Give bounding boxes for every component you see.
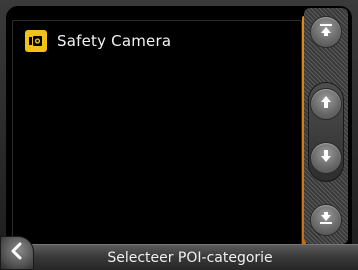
- back-chevron-icon: [9, 242, 25, 264]
- scroll-to-bottom-icon: [318, 210, 334, 230]
- scroll-controls: [304, 8, 348, 244]
- scroll-down-button[interactable]: [310, 142, 342, 174]
- scroll-to-top-button[interactable]: [310, 16, 342, 48]
- arrow-down-icon: [318, 148, 334, 168]
- screen: Safety Camera: [6, 6, 352, 264]
- scroll-up-button[interactable]: [310, 88, 342, 120]
- poi-category-list: Safety Camera: [12, 20, 302, 250]
- device-frame: Safety Camera Selecteer POI-categorie: [0, 0, 358, 270]
- list-item-label: Safety Camera: [57, 32, 172, 50]
- page-title: Selecteer POI-categorie: [107, 250, 273, 266]
- back-button[interactable]: [0, 236, 34, 270]
- scroll-to-bottom-button[interactable]: [310, 204, 342, 236]
- scroll-to-top-icon: [318, 22, 334, 42]
- list-item-safety-camera[interactable]: Safety Camera: [13, 21, 301, 61]
- safety-camera-icon: [25, 30, 47, 52]
- arrow-up-icon: [318, 94, 334, 114]
